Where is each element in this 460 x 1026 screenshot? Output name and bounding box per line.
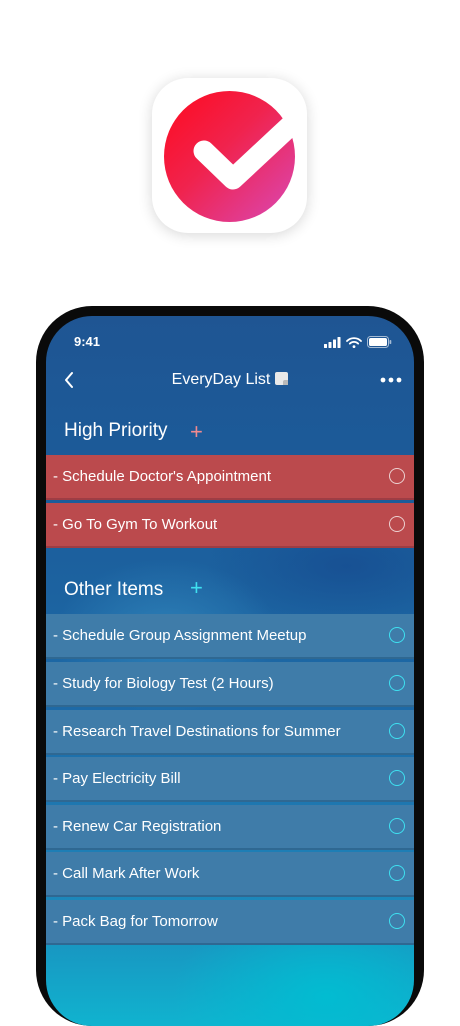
status-indicators (324, 336, 392, 348)
nav-bar: EveryDay List (46, 366, 414, 396)
other-item[interactable]: - Pay Electricity Bill (46, 757, 414, 802)
ellipsis-icon[interactable] (380, 374, 402, 386)
phone-frame: 9:41 EveryDay List High Priority + - Sch… (36, 306, 424, 1026)
status-time: 9:41 (74, 334, 101, 349)
complete-circle-icon[interactable] (389, 675, 405, 691)
other-item[interactable]: - Renew Car Registration (46, 805, 414, 850)
high-priority-title: High Priority (64, 420, 168, 441)
app-screen: 9:41 EveryDay List High Priority + - Sch… (46, 316, 414, 1026)
page-title-text: EveryDay List (171, 371, 271, 388)
other-item[interactable]: - Pack Bag for Tomorrow (46, 900, 414, 945)
other-item[interactable]: - Schedule Group Assignment Meetup (46, 614, 414, 659)
item-label: - Schedule Doctor's Appointment (53, 468, 271, 485)
complete-circle-icon[interactable] (389, 468, 405, 484)
high-priority-header: High Priority + (64, 420, 203, 443)
other-item[interactable]: - Research Travel Destinations for Summe… (46, 710, 414, 755)
complete-circle-icon[interactable] (389, 516, 405, 532)
item-label: - Go To Gym To Workout (53, 516, 218, 533)
item-label: - Schedule Group Assignment Meetup (53, 627, 307, 644)
checkmark-icon (193, 113, 303, 190)
high-priority-item[interactable]: - Go To Gym To Workout (46, 503, 414, 548)
complete-circle-icon[interactable] (389, 723, 405, 739)
complete-circle-icon[interactable] (389, 865, 405, 881)
item-label: - Pay Electricity Bill (53, 770, 181, 787)
other-items-title: Other Items (64, 579, 164, 600)
app-icon (152, 78, 307, 233)
add-high-priority-plus-icon[interactable]: + (190, 421, 203, 443)
page-title: EveryDay List (46, 371, 414, 389)
complete-circle-icon[interactable] (389, 913, 405, 929)
note-icon (275, 372, 289, 385)
item-label: - Study for Biology Test (2 Hours) (53, 675, 274, 692)
complete-circle-icon[interactable] (389, 770, 405, 786)
complete-circle-icon[interactable] (389, 627, 405, 643)
item-label: - Call Mark After Work (53, 865, 200, 882)
item-label: - Renew Car Registration (53, 818, 222, 835)
add-other-item-plus-icon[interactable]: + (190, 577, 203, 599)
complete-circle-icon[interactable] (389, 818, 405, 834)
wifi-icon (346, 336, 362, 348)
high-priority-item[interactable]: - Schedule Doctor's Appointment (46, 455, 414, 500)
other-item[interactable]: - Call Mark After Work (46, 852, 414, 897)
other-items-header: Other Items + (64, 577, 203, 601)
battery-icon (367, 336, 392, 348)
signal-icon (324, 336, 341, 348)
item-label: - Pack Bag for Tomorrow (53, 913, 218, 930)
other-item[interactable]: - Study for Biology Test (2 Hours) (46, 662, 414, 707)
item-label: - Research Travel Destinations for Summe… (53, 723, 341, 740)
